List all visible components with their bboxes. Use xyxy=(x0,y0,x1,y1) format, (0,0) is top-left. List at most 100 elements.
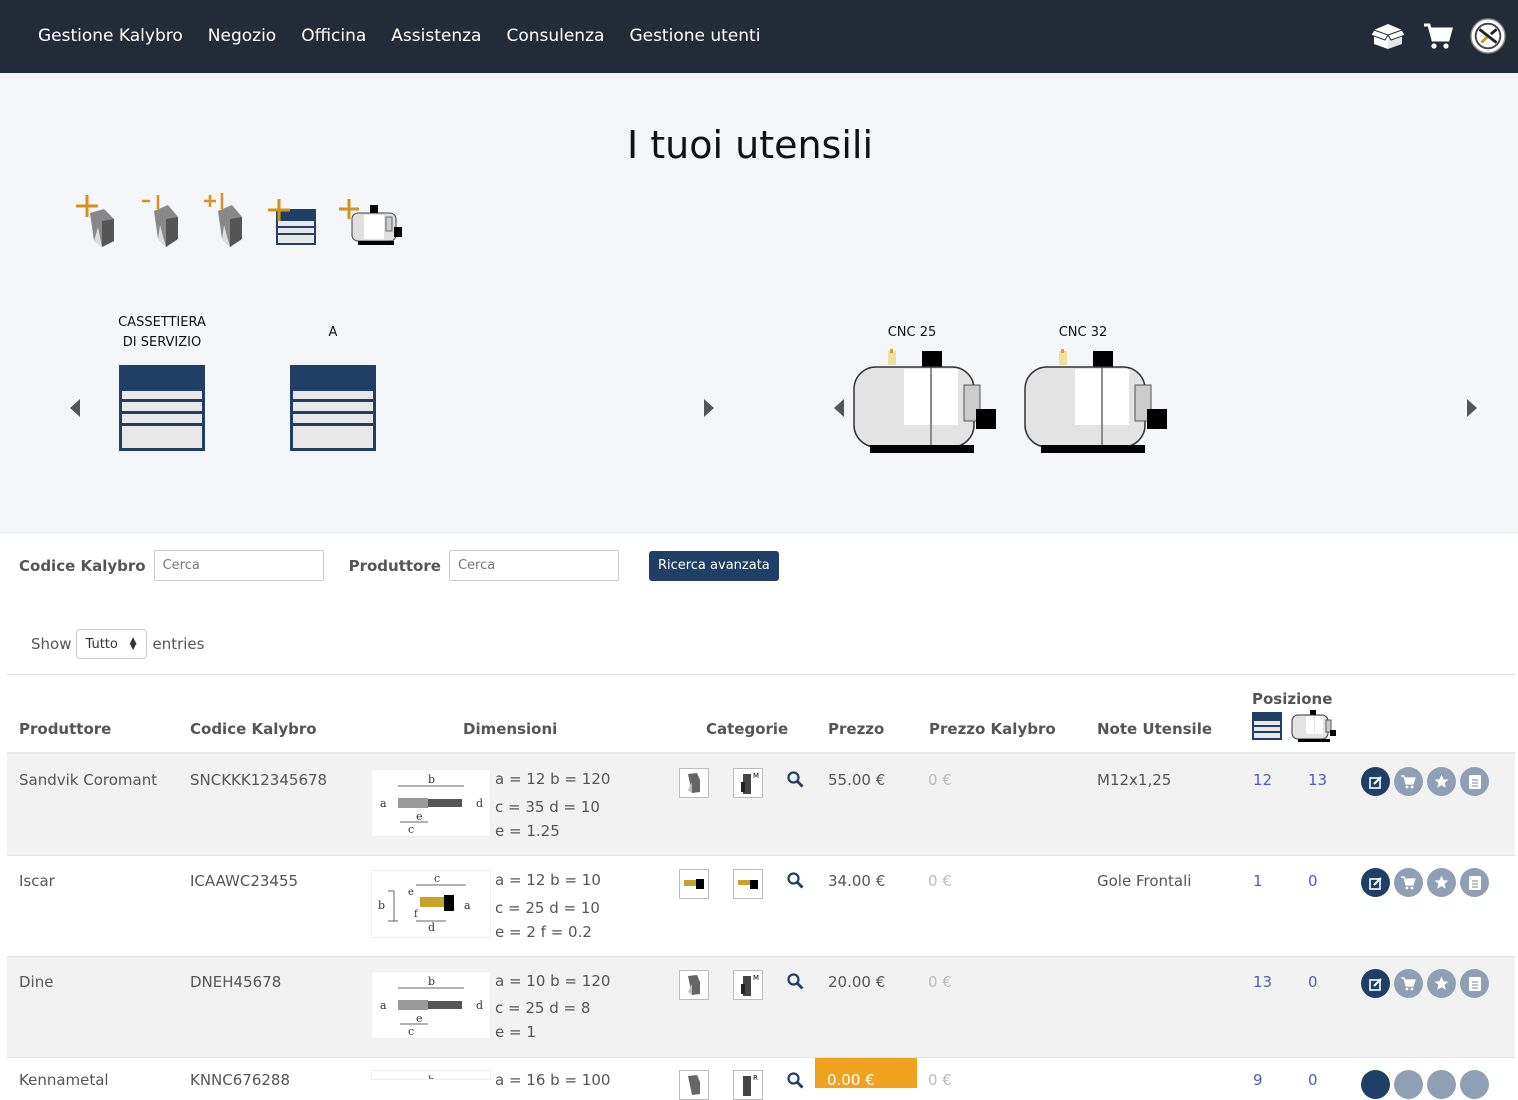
machines-prev-arrow[interactable] xyxy=(832,398,846,418)
entries-select[interactable]: Tutto ▲ ▼ xyxy=(76,629,148,659)
table-row[interactable]: Kennametal KNNC676288 b a = 16 b = 100 R… xyxy=(7,1058,1515,1100)
cart-add-button[interactable] xyxy=(1394,767,1423,796)
nav-link-negozio[interactable]: Negozio xyxy=(208,26,276,46)
col-header-note-utensile[interactable]: Note Utensile xyxy=(1097,720,1212,738)
page-title: I tuoi utensili xyxy=(626,123,874,167)
details-button[interactable] xyxy=(1460,969,1489,998)
codice-kalybro-search-input[interactable] xyxy=(153,550,324,581)
table-row[interactable]: Dine DNEH45678 b a d ec a = 10 b = 120 c = … xyxy=(7,957,1515,1058)
drawer-cassettiera-di-servizio[interactable]: CASSETTIERA DI SERVIZIO xyxy=(112,313,212,455)
cart-add-button[interactable] xyxy=(1394,868,1423,897)
category-drill-icon[interactable] xyxy=(679,768,709,798)
svg-text:c: c xyxy=(408,823,414,836)
nav-link-consulenza[interactable]: Consulenza xyxy=(506,26,604,46)
drawer-label: A xyxy=(328,325,338,340)
add-drawer-icon[interactable] xyxy=(266,197,318,251)
nav-link-gestione-kalybro[interactable]: Gestione Kalybro xyxy=(38,26,183,46)
category-drill-icon[interactable] xyxy=(679,1070,709,1100)
cell-produttore: Sandvik Coromant xyxy=(19,771,158,789)
search-icon[interactable] xyxy=(787,973,804,994)
details-button[interactable] xyxy=(1460,1070,1489,1099)
nav-links: Gestione Kalybro Negozio Officina Assist… xyxy=(38,26,785,46)
machine-cnc-32[interactable]: CNC 32 xyxy=(1023,323,1173,459)
drawer-a[interactable]: A xyxy=(283,323,383,455)
svg-text:M: M xyxy=(753,974,759,982)
category-mill-icon[interactable]: M xyxy=(733,768,763,798)
cart-add-button[interactable] xyxy=(1394,969,1423,998)
favorite-button[interactable] xyxy=(1427,1070,1456,1099)
drawers-prev-arrow[interactable] xyxy=(68,398,82,418)
position-machine-link[interactable]: 13 xyxy=(1308,771,1327,789)
cell-note: M12x1,25 xyxy=(1097,771,1172,789)
open-box-icon[interactable] xyxy=(1370,18,1406,54)
user-avatar-icon[interactable] xyxy=(1470,18,1506,54)
category-grooving-insert-icon[interactable] xyxy=(733,869,763,899)
nav-link-officina[interactable]: Officina xyxy=(301,26,366,46)
entries-select-value: Tutto xyxy=(85,636,118,652)
position-drawer-link[interactable]: 1 xyxy=(1253,872,1263,890)
drawer-cabinet-icon xyxy=(119,365,205,451)
nav-link-assistenza[interactable]: Assistenza xyxy=(391,26,481,46)
edit-button[interactable] xyxy=(1361,969,1390,998)
position-machine-link[interactable]: 0 xyxy=(1308,1071,1318,1089)
col-header-codice-kalybro[interactable]: Codice Kalybro xyxy=(190,720,317,738)
col-header-dimensioni[interactable]: Dimensioni xyxy=(463,720,557,738)
col-header-prezzo-kalybro[interactable]: Prezzo Kalybro xyxy=(929,720,1056,738)
svg-text:M: M xyxy=(753,772,759,780)
machine-cnc-25[interactable]: CNC 25 xyxy=(852,323,1002,459)
search-icon[interactable] xyxy=(787,1072,804,1093)
position-machine-link[interactable]: 0 xyxy=(1308,973,1318,991)
position-machine-link[interactable]: 0 xyxy=(1308,872,1318,890)
add-machine-icon[interactable] xyxy=(338,197,404,251)
drawer-position-icon xyxy=(1252,712,1282,744)
nav-link-gestione-utenti[interactable]: Gestione utenti xyxy=(629,26,760,46)
position-drawer-link[interactable]: 9 xyxy=(1253,1071,1263,1089)
svg-text:d: d xyxy=(476,797,483,810)
cart-icon[interactable] xyxy=(1420,18,1456,54)
cell-prezzo: 55.00 € xyxy=(828,771,886,789)
col-header-prezzo[interactable]: Prezzo xyxy=(828,720,884,738)
cart-add-button[interactable] xyxy=(1394,1070,1423,1099)
plus-one-tool-icon[interactable] xyxy=(202,191,246,251)
table-row[interactable]: Sandvik Coromant SNCKKK12345678 b a d ec a … xyxy=(7,754,1515,856)
advanced-search-button[interactable]: Ricerca avanzata xyxy=(648,550,779,581)
col-header-categorie[interactable]: Categorie xyxy=(706,720,788,738)
drawers-next-arrow[interactable] xyxy=(702,398,716,418)
category-drill-icon[interactable] xyxy=(679,970,709,1000)
cnc-machine-icon xyxy=(853,349,996,453)
position-drawer-link[interactable]: 13 xyxy=(1253,973,1272,991)
favorite-button[interactable] xyxy=(1427,767,1456,796)
favorite-button[interactable] xyxy=(1427,969,1456,998)
category-grooving-icon[interactable] xyxy=(679,869,709,899)
cell-codice: SNCKKK12345678 xyxy=(190,771,328,789)
cell-prezzo-kalybro: 0 € xyxy=(928,872,952,890)
produttore-search-input[interactable] xyxy=(448,550,619,581)
cell-codice: KNNC676288 xyxy=(190,1071,291,1089)
category-mill-icon[interactable]: M xyxy=(733,970,763,1000)
col-header-produttore[interactable]: Produttore xyxy=(19,720,111,738)
edit-button[interactable] xyxy=(1361,767,1390,796)
search-icon[interactable] xyxy=(787,872,804,893)
svg-text:b: b xyxy=(428,773,435,786)
details-button[interactable] xyxy=(1460,868,1489,897)
edit-button[interactable] xyxy=(1361,1070,1390,1099)
minus-one-tool-icon[interactable] xyxy=(138,191,182,251)
svg-text:e: e xyxy=(416,810,423,823)
position-drawer-link[interactable]: 12 xyxy=(1253,771,1272,789)
details-button[interactable] xyxy=(1460,767,1489,796)
col-header-posizione[interactable]: Posizione xyxy=(1252,690,1332,708)
table-row[interactable]: Iscar ICAAWC23455 c b e a fd a = 12 b = 10 c… xyxy=(7,856,1515,957)
edit-button[interactable] xyxy=(1361,868,1390,897)
machines-next-arrow[interactable] xyxy=(1465,398,1479,418)
search-icon[interactable] xyxy=(787,771,804,792)
add-tool-icon[interactable] xyxy=(74,191,118,251)
svg-text:b: b xyxy=(428,1074,435,1080)
cell-note: Gole Frontali xyxy=(1097,872,1192,890)
favorite-button[interactable] xyxy=(1427,868,1456,897)
drawer-cabinet-icon xyxy=(290,365,376,451)
category-reamer-icon[interactable]: R xyxy=(733,1070,763,1100)
show-label: Show xyxy=(31,635,72,653)
dim-line-1: a = 12 b = 10 xyxy=(495,871,601,889)
cell-codice: DNEH45678 xyxy=(190,973,282,991)
svg-text:d: d xyxy=(428,921,435,934)
